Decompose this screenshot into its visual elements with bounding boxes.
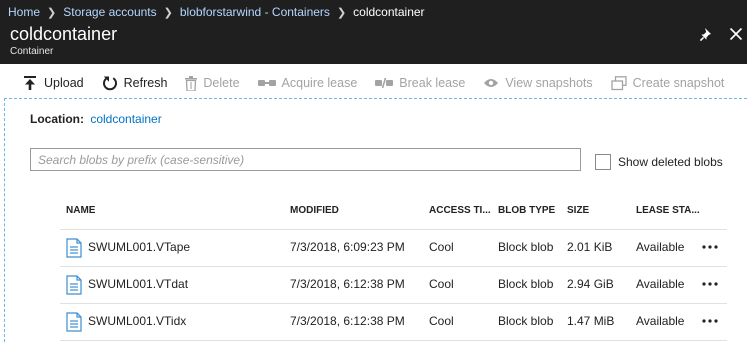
more-options-button[interactable] [699,236,721,258]
chevron-right-icon: ❯ [47,6,57,19]
upload-button[interactable]: Upload [22,75,84,91]
show-deleted-label: Show deleted blobs [618,155,723,169]
breadcrumb-current: coldcontainer [353,5,425,19]
command-bar: Upload Refresh Delete Acquire lease Brea… [22,68,742,98]
blob-lease-state: Available [636,240,685,254]
column-header-modified[interactable]: MODIFIED [290,205,339,216]
blob-size: 2.01 KiB [567,240,613,254]
blob-access-tier: Cool [429,240,454,254]
blob-size: 2.94 GiB [567,277,614,291]
refresh-label: Refresh [123,76,168,90]
blob-lease-state: Available [636,314,685,328]
acquire-lease-button[interactable]: Acquire lease [257,76,358,90]
break-lease-icon [375,77,394,89]
ellipsis-icon [702,319,718,323]
upload-icon [24,76,36,90]
ellipsis-icon [702,245,718,249]
blob-type: Block blob [498,277,554,291]
acquire-lease-label: Acquire lease [281,76,358,90]
column-header-blob-type[interactable]: BLOB TYPE [498,205,555,216]
blob-access-tier: Cool [429,277,454,291]
delete-label: Delete [203,76,240,90]
blob-name[interactable]: SWUML001.VTidx [88,314,186,328]
column-header-name[interactable]: NAME [66,205,95,216]
more-options-button[interactable] [699,273,721,295]
blob-type: Block blob [498,240,554,254]
show-deleted-toggle[interactable]: Show deleted blobs [595,154,723,170]
blob-modified: 7/3/2018, 6:12:38 PM [290,277,405,291]
more-options-button[interactable] [699,310,721,332]
refresh-icon [102,76,117,91]
blob-lease-state: Available [636,277,685,291]
trash-icon [185,75,198,91]
blob-access-tier: Cool [429,314,454,328]
view-snapshots-button[interactable]: View snapshots [483,76,593,90]
upload-label: Upload [44,76,84,90]
breadcrumb-containers[interactable]: blobforstarwind - Containers [180,5,330,19]
file-icon [66,238,82,258]
break-lease-label: Break lease [399,76,466,90]
blob-size: 1.47 MiB [567,314,615,328]
show-deleted-checkbox[interactable] [595,154,611,170]
page-subtitle: Container [10,46,54,57]
blob-modified: 7/3/2018, 6:09:23 PM [290,240,405,254]
refresh-button[interactable]: Refresh [102,75,168,91]
location: Location: coldcontainer [30,112,162,126]
create-snapshot-label: Create snapshot [632,76,725,90]
lease-icon [257,80,276,86]
location-link[interactable]: coldcontainer [90,112,161,126]
blade-header: Home ❯ Storage accounts ❯ blobforstarwin… [0,0,747,64]
file-icon [66,312,82,332]
breadcrumb-storage-accounts[interactable]: Storage accounts [63,5,156,19]
search-input[interactable] [30,148,581,171]
blob-name[interactable]: SWUML001.VTape [88,240,190,254]
blob-name[interactable]: SWUML001.VTdat [88,277,188,291]
break-lease-button[interactable]: Break lease [375,76,465,90]
snapshot-icon [610,75,627,90]
pin-icon[interactable] [697,24,717,44]
file-icon [66,275,82,295]
eye-icon [484,79,499,87]
table-row[interactable]: SWUML001.VTidx 7/3/2018, 6:12:38 PM Cool… [60,304,727,341]
table-row[interactable]: SWUML001.VTape 7/3/2018, 6:09:23 PM Cool… [60,230,727,267]
column-header-lease-state[interactable]: LEASE STA... [636,205,700,216]
location-label: Location: [30,112,84,126]
breadcrumb-home[interactable]: Home [8,5,40,19]
blob-modified: 7/3/2018, 6:12:38 PM [290,314,405,328]
page-title: coldcontainer [10,24,118,44]
chevron-right-icon: ❯ [336,6,347,19]
column-header-access-tier[interactable]: ACCESS TI... [429,205,491,216]
blob-type: Block blob [498,314,554,328]
close-icon[interactable] [726,24,746,44]
table-row[interactable]: SWUML001.VTdat 7/3/2018, 6:12:38 PM Cool… [60,267,727,304]
create-snapshot-button[interactable]: Create snapshot [610,75,725,91]
breadcrumb: Home ❯ Storage accounts ❯ blobforstarwin… [8,4,425,20]
column-header-size[interactable]: SIZE [567,205,589,216]
view-snapshots-label: View snapshots [505,76,593,90]
chevron-right-icon: ❯ [163,6,173,19]
ellipsis-icon [702,282,718,286]
delete-button[interactable]: Delete [185,75,240,91]
